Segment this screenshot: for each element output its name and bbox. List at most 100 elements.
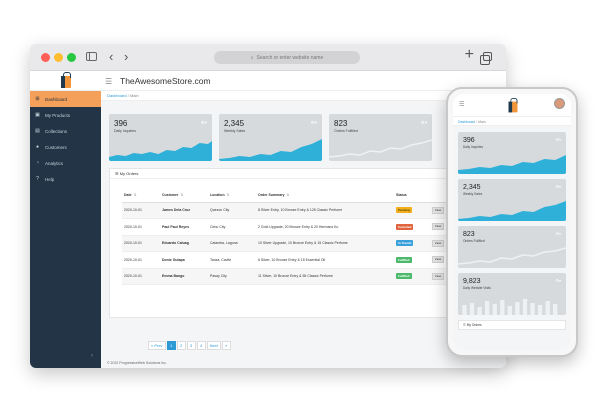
- card-settings-icon[interactable]: ⚙▾: [311, 120, 317, 126]
- orders-title: My Orders: [119, 171, 139, 176]
- close-window-button[interactable]: [41, 53, 50, 62]
- app-header: ☰ TheAwesomeStore.com: [30, 71, 506, 91]
- pagination-next[interactable]: Next: [206, 341, 221, 350]
- cell-location: Quezon City: [208, 202, 256, 219]
- cell-location: Cebu City: [208, 218, 256, 236]
- status-badge: Canceled: [396, 223, 414, 230]
- phone-stat-card-orders: 823 Orders Fulfilled ⚙▾: [458, 226, 566, 268]
- address-bar[interactable]: ⌕ Search or enter website name: [214, 51, 360, 64]
- cell-customer: Eduardo Caluag: [160, 235, 208, 252]
- forward-icon[interactable]: ›: [124, 49, 128, 64]
- new-tab-icon[interactable]: +: [465, 46, 474, 64]
- analytics-icon: ◔: [35, 159, 40, 166]
- back-icon[interactable]: ‹: [109, 49, 113, 64]
- view-button[interactable]: View: [432, 223, 444, 231]
- search-icon: ⌕: [250, 54, 254, 61]
- view-button[interactable]: View: [432, 206, 444, 214]
- card-settings-icon[interactable]: ⚙▾: [201, 120, 207, 126]
- tab-overview-icon[interactable]: [480, 52, 492, 65]
- list-icon: ☰: [115, 171, 119, 176]
- dashboard-icon: ⊞: [35, 95, 40, 102]
- breadcrumb-dashboard-link[interactable]: Dashboard: [107, 93, 127, 98]
- card-settings-icon[interactable]: ⚙▾: [421, 120, 427, 126]
- pagination-prev[interactable]: « Prev: [148, 341, 166, 350]
- sparkline-chart: [458, 247, 566, 265]
- cell-date: 2020-10-01: [122, 218, 160, 236]
- cell-location: Tanza, Cavite: [208, 251, 256, 269]
- avatar[interactable]: [554, 98, 565, 109]
- cell-action: View: [430, 268, 446, 285]
- card-settings-icon[interactable]: ⚙▾: [555, 278, 561, 283]
- column-header-customer[interactable]: Customer ⇅: [160, 188, 208, 203]
- cell-location: Pasay City: [208, 268, 256, 285]
- sidebar-item-label: My Products: [45, 112, 71, 118]
- stat-label: Daily Inquiries: [114, 129, 136, 133]
- sidebar-item-label: Dashboard: [45, 96, 68, 102]
- cell-summary: 2 Gold Upgrade, 20 Bronze Entry & 20 Her…: [256, 218, 394, 236]
- cell-date: 2020-10-01: [122, 268, 160, 285]
- cell-date: 2020-10-01: [122, 202, 160, 219]
- view-button[interactable]: View: [432, 272, 444, 280]
- store-logo[interactable]: [30, 71, 101, 91]
- sidebar-item-my-products[interactable]: ▣ My Products: [30, 107, 101, 123]
- stat-label: Daily Website Visits: [463, 286, 491, 290]
- pagination-page-2[interactable]: 2: [176, 341, 186, 350]
- bar-sparkline-chart: [462, 299, 558, 315]
- orders-panel: ☰ My Orders Date ⇅ Customer ⇅ Location ⇅ Or…: [109, 168, 447, 318]
- cell-customer: Donie Gutapa: [160, 251, 208, 269]
- sparkline-chart: [329, 139, 432, 158]
- menu-icon[interactable]: ☰: [105, 77, 112, 86]
- pagination-page-4[interactable]: 4: [196, 341, 206, 350]
- breadcrumb-dashboard-link[interactable]: Dashboard: [458, 120, 475, 124]
- sidebar-item-collections[interactable]: ▤ Collections: [30, 123, 101, 139]
- table-row: 2020-10-01 Emma Bango Pasay City 11 Silv…: [122, 268, 446, 285]
- cell-date: 2020-10-01: [122, 251, 160, 269]
- column-header-location[interactable]: Location ⇅: [208, 188, 256, 203]
- table-row: 2020-10-01 James Dela Cruz Quezon City 8…: [122, 202, 446, 219]
- view-button[interactable]: View: [432, 239, 444, 247]
- status-badge: In Transit: [396, 240, 414, 247]
- column-header-date[interactable]: Date ⇅: [122, 188, 160, 203]
- cell-status: Pending: [394, 202, 430, 219]
- stat-value: 823: [334, 119, 348, 128]
- pagination: « Prev 1 2 3 4 Next »: [148, 341, 231, 350]
- card-settings-icon[interactable]: ⚙▾: [555, 231, 561, 236]
- phone-stat-card-sales: 2,345 Weekly Sales ⚙▾: [458, 179, 566, 221]
- view-button[interactable]: View: [432, 256, 444, 264]
- pagination-page-3[interactable]: 3: [186, 341, 196, 350]
- pagination-page-1[interactable]: 1: [166, 341, 176, 350]
- sidebar-item-analytics[interactable]: ◔ Analytics: [30, 155, 101, 171]
- phone-stat-card-visits: 9,823 Daily Website Visits ⚙▾: [458, 273, 566, 315]
- shopping-bag-icon[interactable]: [508, 97, 518, 113]
- breadcrumb-separator: /: [127, 93, 129, 98]
- orders-table: Date ⇅ Customer ⇅ Location ⇅ Order Summary ⇅…: [122, 188, 446, 285]
- maximize-window-button[interactable]: [67, 53, 76, 62]
- phone-stat-card-inquiries: 396 Daily Inquiries ⚙▾: [458, 132, 566, 174]
- sidebar-item-dashboard[interactable]: ⊞ Dashboard: [30, 91, 101, 107]
- cell-date: 2020-10-01: [122, 235, 160, 252]
- cell-status: Canceled: [394, 218, 430, 236]
- phone-screen: ☰ Dashboard / Main 396 Daily Inquiries ⚙…: [453, 94, 571, 350]
- cell-customer: James Dela Cruz: [160, 202, 208, 219]
- menu-icon[interactable]: ☰: [459, 101, 464, 108]
- minimize-window-button[interactable]: [54, 53, 63, 62]
- card-settings-icon[interactable]: ⚙▾: [555, 184, 561, 189]
- list-icon: ☰: [463, 323, 466, 327]
- card-settings-icon[interactable]: ⚙▾: [555, 137, 561, 142]
- sidebar-toggle-icon[interactable]: [86, 52, 97, 61]
- sidebar-item-customers[interactable]: ● Customers: [30, 139, 101, 155]
- column-header-status[interactable]: Status: [394, 188, 430, 203]
- sidebar-item-label: Collections: [45, 128, 68, 134]
- store-title: TheAwesomeStore.com: [120, 76, 211, 86]
- footer-copyright: © 2022 ProgressiveWeb Solutions Inc.: [107, 361, 167, 365]
- stat-label: Orders Fulfilled: [334, 129, 358, 133]
- status-badge: Fulfilled: [396, 273, 412, 280]
- sidebar-item-help[interactable]: ? Help: [30, 171, 101, 187]
- column-header-summary[interactable]: Order Summary ⇅: [256, 188, 394, 203]
- phone-mockup: ☰ Dashboard / Main 396 Daily Inquiries ⚙…: [446, 87, 578, 357]
- pagination-last[interactable]: »: [221, 341, 231, 350]
- collapse-sidebar-icon[interactable]: ‹: [91, 353, 93, 359]
- cell-status: Fulfilled: [394, 268, 430, 285]
- cell-summary: 8 Silver Entry, 10 Bronze Entry & 125 Cl…: [256, 202, 394, 219]
- products-icon: ▣: [35, 111, 40, 118]
